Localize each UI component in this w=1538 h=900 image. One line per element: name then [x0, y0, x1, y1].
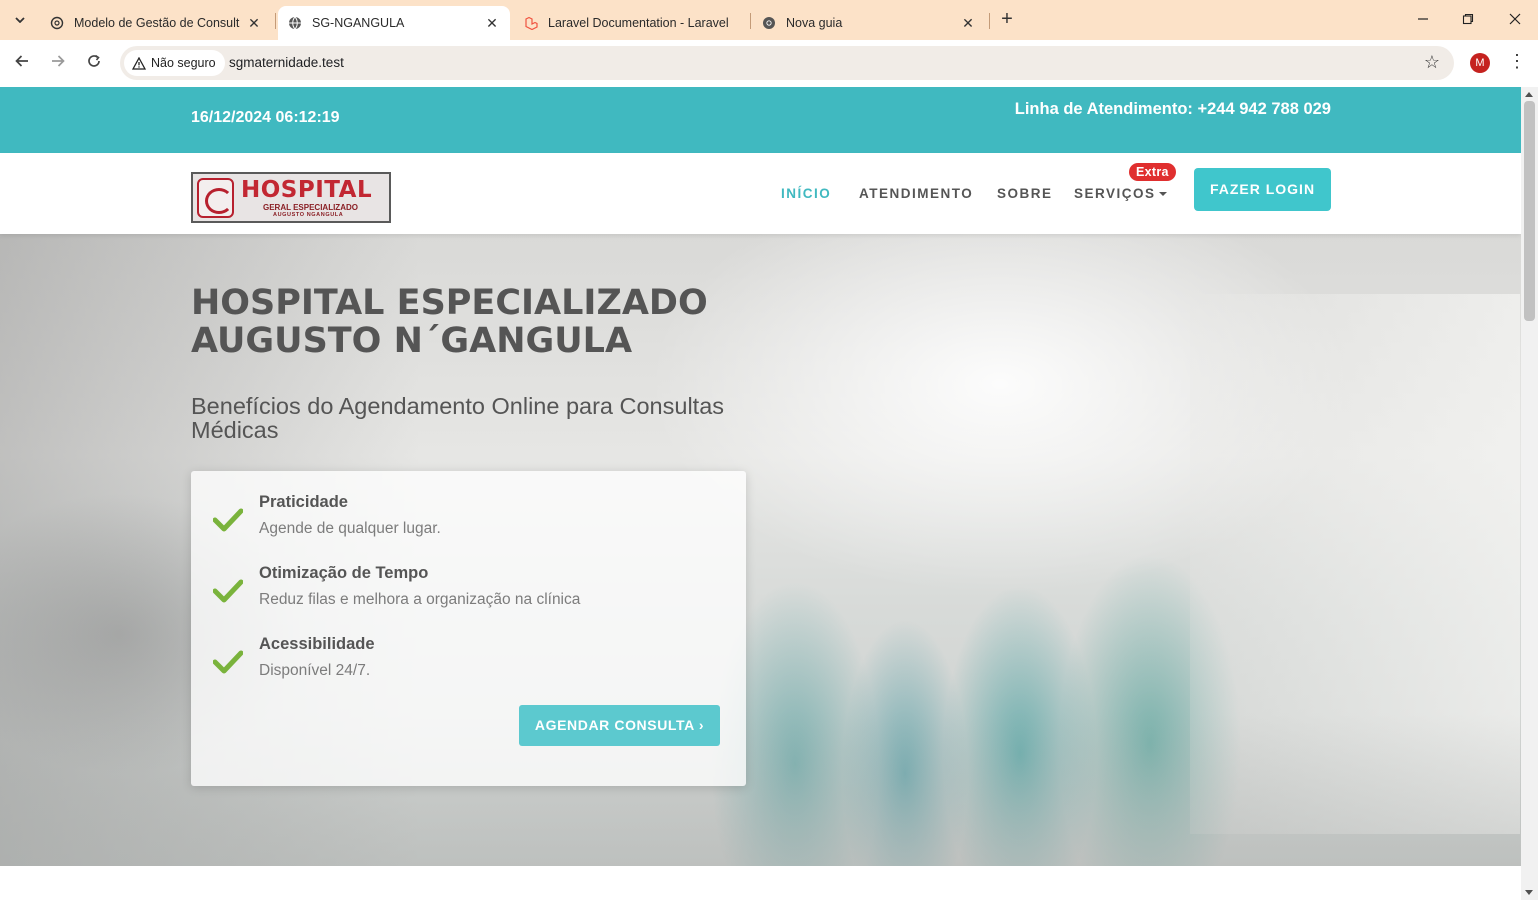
nav-inicio[interactable]: INÍCIO: [781, 186, 831, 201]
benefit-item: Praticidade Agende de qualquer lugar.: [191, 493, 746, 553]
top-info-bar: 16/12/2024 06:12:19 Linha de Atendimento…: [0, 87, 1521, 153]
nav-sobre[interactable]: SOBRE: [997, 186, 1053, 201]
hero-title-line-1: HOSPITAL ESPECIALIZADO: [191, 283, 708, 323]
benefit-item: Acessibilidade Disponível 24/7.: [191, 635, 746, 695]
tab-close-icon[interactable]: ✕: [246, 15, 262, 32]
extra-badge: Extra: [1129, 163, 1176, 181]
hero-title: HOSPITAL ESPECIALIZADO AUGUSTO N´GANGULA: [191, 284, 751, 360]
scroll-down-arrow-icon[interactable]: [1525, 890, 1533, 895]
benefit-title: Otimização de Tempo: [259, 564, 429, 582]
tab-laravel-docs[interactable]: Laravel Documentation - Laravel: [514, 6, 746, 40]
tab-title: Nova guia: [786, 16, 843, 30]
minimize-icon[interactable]: [1408, 8, 1438, 32]
nav-servicos[interactable]: SERVIÇOS: [1074, 186, 1167, 201]
hotline-text: Linha de Atendimento: +244 942 788 029: [1014, 100, 1331, 118]
benefit-description: Agende de qualquer lugar.: [259, 520, 441, 537]
benefit-title: Acessibilidade: [259, 635, 375, 653]
browser-tab-strip: Modelo de Gestão de Consultas ✕ SG-NGANG…: [0, 0, 1538, 40]
tab-separator: [275, 13, 276, 29]
logo-line-3: AUGUSTO NGANGULA: [273, 212, 344, 218]
hero-subtitle: Benefícios do Agendamento Online para Co…: [191, 393, 725, 443]
main-navbar: HOSPITAL GERAL ESPECIALIZADO AUGUSTO NGA…: [0, 153, 1521, 234]
security-label: Não seguro: [151, 56, 216, 70]
new-tab-plus-icon[interactable]: +: [996, 8, 1018, 32]
browser-toolbar: Não seguro sgmaternidade.test ☆ M ⋮: [0, 40, 1538, 87]
globe-icon: [288, 16, 302, 30]
tab-title: SG-NGANGULA: [312, 16, 405, 30]
benefit-description: Reduz filas e melhora a organização na c…: [259, 591, 581, 608]
tab-search-chevron-icon[interactable]: [8, 8, 32, 32]
checkmark-icon: [213, 508, 243, 532]
login-button[interactable]: FAZER LOGIN: [1194, 168, 1331, 211]
logo-line-1: HOSPITAL: [241, 177, 373, 203]
close-window-icon[interactable]: [1500, 8, 1530, 32]
reload-icon[interactable]: [82, 52, 106, 76]
schedule-appointment-button[interactable]: AGENDAR CONSULTA ›: [519, 705, 720, 746]
tab-close-icon[interactable]: ✕: [960, 15, 976, 32]
address-bar[interactable]: Não seguro sgmaternidade.test ☆: [120, 46, 1454, 80]
tab-separator: [750, 13, 751, 29]
bookmark-star-icon[interactable]: ☆: [1424, 52, 1440, 73]
hero-title-line-2: AUGUSTO N´GANGULA: [191, 321, 633, 361]
tab-close-icon[interactable]: ✕: [484, 15, 500, 32]
benefits-card: Praticidade Agende de qualquer lugar. Ot…: [191, 471, 746, 786]
browser-menu-icon[interactable]: ⋮: [1508, 51, 1526, 72]
hospital-logo[interactable]: HOSPITAL GERAL ESPECIALIZADO AUGUSTO NGA…: [191, 172, 391, 223]
url-text[interactable]: sgmaternidade.test: [229, 55, 344, 70]
tab-title: Laravel Documentation - Laravel: [548, 16, 729, 30]
tab-title: Modelo de Gestão de Consultas: [74, 16, 240, 30]
page-viewport: 16/12/2024 06:12:19 Linha de Atendimento…: [0, 87, 1521, 900]
hero-section: HOSPITAL ESPECIALIZADO AUGUSTO N´GANGULA…: [0, 234, 1521, 866]
checkmark-icon: [213, 650, 243, 674]
restore-icon[interactable]: [1453, 8, 1483, 32]
security-chip[interactable]: Não seguro: [124, 50, 225, 76]
scrollbar-thumb[interactable]: [1524, 101, 1535, 321]
nav-atendimento[interactable]: ATENDIMENTO: [859, 186, 973, 201]
chrome-icon: [762, 16, 776, 30]
profile-avatar[interactable]: M: [1470, 53, 1490, 73]
checkmark-icon: [213, 579, 243, 603]
nav-servicos-label: SERVIÇOS: [1074, 186, 1156, 201]
forward-arrow-icon[interactable]: [46, 52, 70, 76]
caret-down-icon: [1158, 192, 1167, 197]
page-scrollbar[interactable]: [1521, 87, 1538, 900]
tab-sg-ngangula[interactable]: SG-NGANGULA ✕: [278, 6, 510, 40]
warning-icon: [132, 56, 146, 70]
benefit-description: Disponível 24/7.: [259, 662, 371, 679]
chatgpt-icon: [50, 16, 64, 30]
tab-nova-guia[interactable]: Nova guia ✕: [752, 6, 986, 40]
logo-line-2: GERAL ESPECIALIZADO: [263, 203, 358, 212]
current-datetime: 16/12/2024 06:12:19: [191, 109, 340, 126]
benefit-title: Praticidade: [259, 493, 348, 511]
scroll-up-arrow-icon[interactable]: [1525, 92, 1533, 97]
tab-modelo-gestao[interactable]: Modelo de Gestão de Consultas ✕: [40, 6, 272, 40]
back-arrow-icon[interactable]: [10, 52, 34, 76]
laravel-icon: [524, 16, 538, 30]
benefit-item: Otimização de Tempo Reduz filas e melhor…: [191, 564, 746, 624]
tab-separator: [989, 13, 990, 29]
next-section: [0, 866, 1521, 900]
logo-emblem-icon: [197, 178, 234, 218]
